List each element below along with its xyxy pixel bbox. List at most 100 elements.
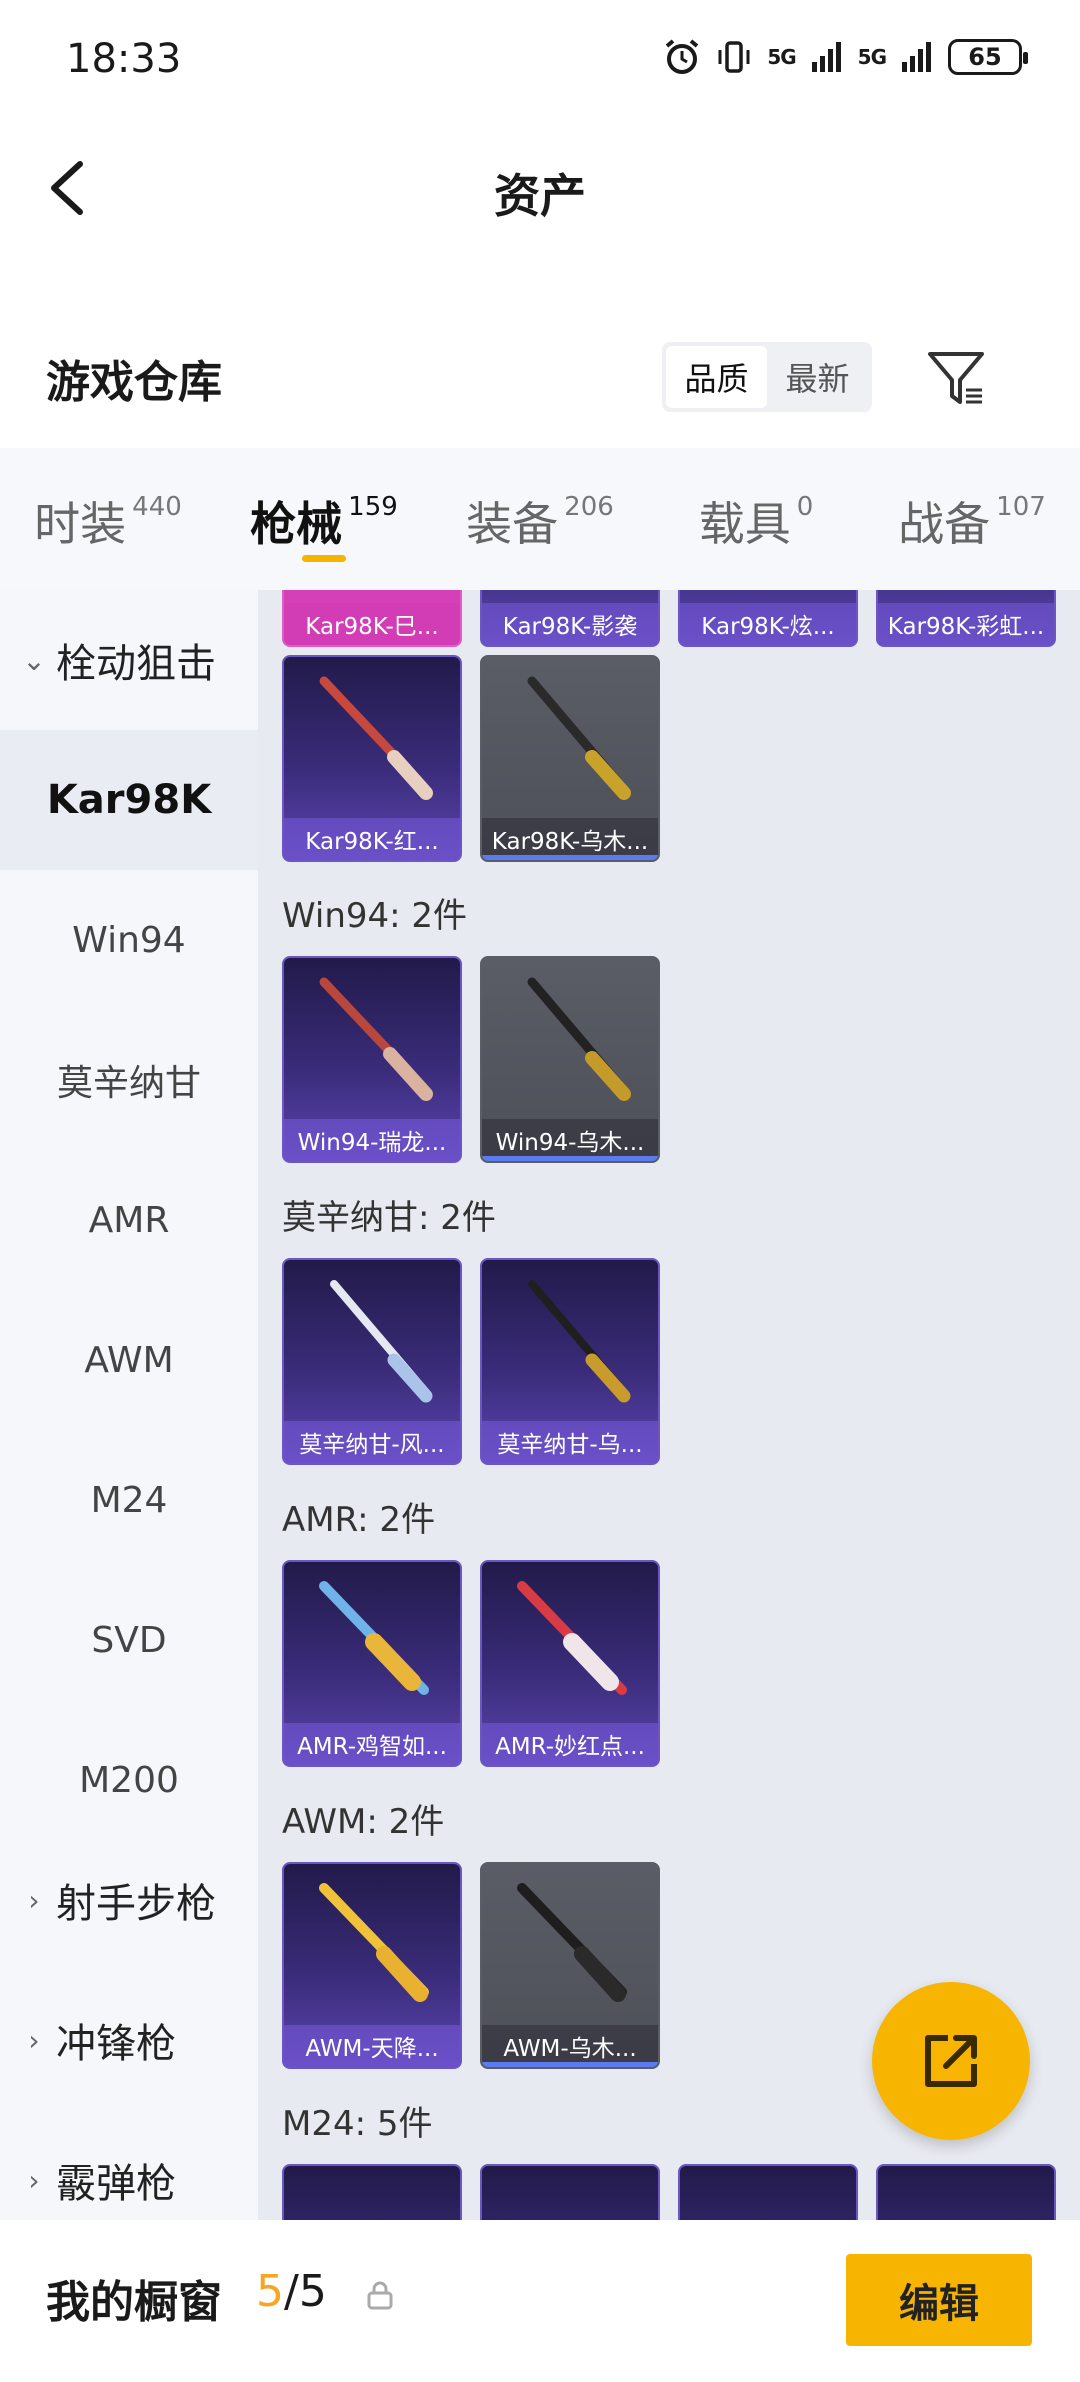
weapon-card-name: AWM-乌木... [482,2025,658,2067]
sidebar-item-win94[interactable]: Win94 [0,870,258,1010]
group-label-mosin: 莫辛纳甘: 2件 [282,1198,496,1238]
showcase-count: 5/5 [256,2266,327,2317]
rifle-image [517,1883,627,2002]
rifle-image [527,676,631,800]
warehouse-title: 游戏仓库 [46,357,222,408]
tab-fashion[interactable]: 时装 440 [0,448,216,590]
sort-quality[interactable]: 品质 [666,346,767,408]
weapon-card[interactable] [876,2164,1056,2220]
weapon-type-sidebar: ⌄ 栓动狙击 Kar98K Win94 莫辛纳甘 AMR AWM M24 SVD… [0,590,258,2220]
weapon-card[interactable]: AWM-天降... [282,1862,462,2069]
lock-icon [367,2281,393,2310]
weapon-card[interactable]: Kar98K-彩虹... [876,590,1056,647]
weapon-card[interactable] [282,2164,462,2220]
weapon-card[interactable]: Kar98K-红... [282,655,462,862]
sidebar-item-awm[interactable]: AWM [0,1290,258,1430]
tab-count: 440 [132,492,182,522]
group-label-awm: AWM: 2件 [282,1802,445,1842]
tab-count: 0 [796,492,814,522]
weapon-card-name: 莫辛纳甘-乌... [482,1421,658,1463]
filter-icon[interactable] [924,346,988,410]
weapon-card[interactable]: Kar98K-炫... [678,590,858,647]
rifle-image [319,1581,429,1695]
sort-toggle: 品质 最新 [662,342,872,412]
category-tabs: 时装 440 枪械 159 装备 206 载具 0 战备 107 [0,448,1080,590]
tab-supplies[interactable]: 战备 107 [864,448,1080,590]
rifle-image [319,977,433,1101]
showcase-current: 5 [256,2266,284,2317]
sidebar-item-amr[interactable]: AMR [0,1150,258,1290]
chevron-right-icon: › [28,2023,40,2057]
weapon-card-name: Kar98K-巳... [284,603,460,645]
weapon-card[interactable]: Win94-乌木... [480,956,660,1163]
status-time: 18:33 [66,36,182,82]
weapon-card-name: AMR-妙红点... [482,1723,658,1765]
weapon-card-name: Win94-乌木... [482,1119,658,1161]
sidebar-item-m24[interactable]: M24 [0,1430,258,1570]
weapon-card[interactable]: 莫辛纳甘-乌... [480,1258,660,1465]
group-label-win94: Win94: 2件 [282,896,468,936]
showcase-total: 5 [298,2266,327,2317]
chevron-right-icon: › [28,2163,40,2197]
showcase-bar: 我的橱窗 5/5 编辑 [0,2220,1080,2382]
weapon-card[interactable] [678,2164,858,2220]
sidebar-group-label: 栓动狙击 [56,641,216,687]
sidebar-item-mosin[interactable]: 莫辛纳甘 [0,1010,258,1150]
tab-firearms[interactable]: 枪械 159 [216,448,432,590]
tab-equipment[interactable]: 装备 206 [432,448,648,590]
rifle-image [330,1280,433,1403]
sidebar-group-shotgun[interactable]: › 霰弹枪 [0,2140,258,2220]
sidebar-group-bolt-sniper[interactable]: ⌄ 栓动狙击 [0,620,258,700]
showcase-separator: / [284,2266,299,2317]
weapon-grid: Kar98K-巳... Kar98K-影袭 Kar98K-炫... Kar98K… [258,590,1080,2220]
weapon-card-name: Win94-瑞龙... [284,1119,460,1161]
rifle-image [319,676,433,800]
status-bar: 18:33 5G 5G 65 [0,0,1080,120]
weapon-card[interactable]: AMR-妙红点... [480,1560,660,1767]
weapon-card[interactable]: Win94-瑞龙... [282,956,462,1163]
tab-count: 206 [564,492,614,522]
weapon-card-name: AWM-天降... [284,2025,460,2067]
weapon-card[interactable]: AMR-鸡智如... [282,1560,462,1767]
weapon-card-name: 莫辛纳甘-风... [284,1421,460,1463]
weapon-card-name: Kar98K-红... [284,818,460,860]
sidebar-group-smg[interactable]: › 冲锋枪 [0,2000,258,2080]
rifle-image [319,1883,429,2002]
weapon-card[interactable]: Kar98K-影袭 [480,590,660,647]
sidebar-item-kar98k[interactable]: Kar98K [0,730,258,870]
showcase-label: 我的橱窗 [46,2277,222,2328]
tab-label: 枪械 [250,497,343,551]
share-fab[interactable] [872,1982,1030,2140]
sidebar-item-m200[interactable]: M200 [0,1710,258,1850]
rifle-image [528,1280,631,1403]
battery-level: 65 [968,43,1002,71]
tab-count: 159 [348,492,398,522]
signal-5g-label-2: 5G [857,45,887,69]
sidebar-group-marksman[interactable]: › 射手步枪 [0,1860,258,1940]
alarm-icon [666,39,699,74]
tab-label: 装备 [466,497,559,551]
weapon-card-name: Kar98K-影袭 [482,603,658,645]
sidebar-group-label: 霰弹枪 [56,2161,176,2207]
tab-label: 载具 [698,497,791,551]
weapon-card-name: Kar98K-炫... [680,603,856,645]
tab-label: 时装 [34,497,127,551]
weapon-card[interactable]: Kar98K-乌木... [480,655,660,862]
tab-vehicles[interactable]: 载具 0 [648,448,864,590]
tab-count: 107 [996,492,1046,522]
group-label-amr: AMR: 2件 [282,1500,436,1540]
rifle-image [527,977,631,1101]
weapon-card[interactable]: 莫辛纳甘-风... [282,1258,462,1465]
chevron-right-icon: › [28,1883,40,1917]
rifle-image [517,1581,627,1695]
weapon-card[interactable]: Kar98K-巳... [282,590,462,647]
weapon-card-name: AMR-鸡智如... [284,1723,460,1765]
sort-newest[interactable]: 最新 [767,346,868,408]
weapon-card[interactable] [480,2164,660,2220]
weapon-card[interactable]: AWM-乌木... [480,1862,660,2069]
edit-button[interactable]: 编辑 [846,2254,1032,2346]
weapon-card-name: Kar98K-彩虹... [878,603,1054,645]
tab-label: 战备 [898,497,991,551]
sidebar-item-svd[interactable]: SVD [0,1570,258,1710]
sidebar-group-label: 冲锋枪 [56,2021,176,2067]
